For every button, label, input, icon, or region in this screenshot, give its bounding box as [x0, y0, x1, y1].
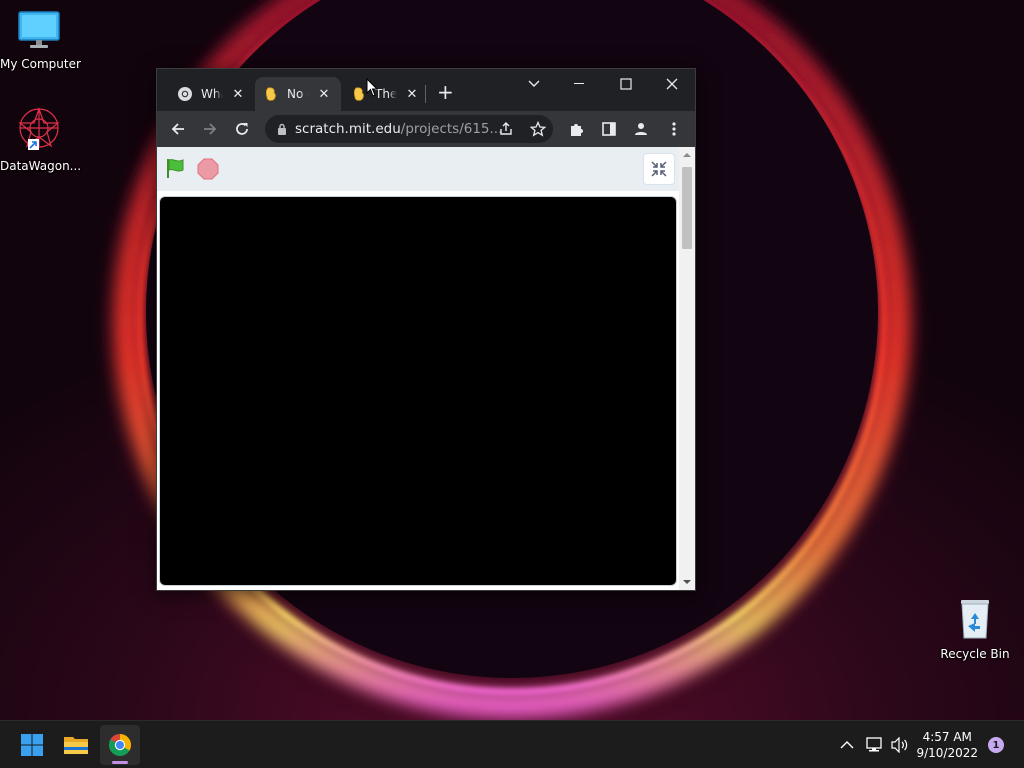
- forward-button[interactable]: [198, 117, 222, 141]
- close-tab-icon[interactable]: ✕: [317, 87, 331, 102]
- desktop-icon-my-computer[interactable]: My Computer: [0, 10, 81, 71]
- recycle-bin-icon: [961, 600, 989, 639]
- new-tab-button[interactable]: +: [437, 81, 454, 103]
- share-button[interactable]: [494, 117, 518, 141]
- clock-time: 4:57 AM: [922, 730, 972, 744]
- tab-search-button[interactable]: [511, 69, 557, 99]
- chrome-taskbar-button[interactable]: [100, 725, 140, 765]
- monitor-icon: [18, 11, 60, 48]
- side-panel-icon: [602, 122, 616, 136]
- url-path: /projects/615...: [400, 121, 503, 137]
- stop-button[interactable]: [197, 158, 219, 180]
- desktop-icon-label: DataWagon...: [0, 159, 82, 173]
- side-panel-button[interactable]: [597, 117, 621, 141]
- desktop-icon-label: My Computer: [0, 57, 81, 71]
- minimize-icon: [574, 83, 584, 84]
- close-window-button[interactable]: [649, 69, 695, 99]
- bookmark-button[interactable]: [526, 117, 550, 141]
- tab-title: No c: [287, 87, 309, 101]
- puzzle-piece-icon: [571, 124, 583, 136]
- tab-title: What: [201, 87, 223, 101]
- green-flag-button[interactable]: [165, 157, 187, 179]
- volume-icon[interactable]: [891, 737, 909, 753]
- close-tab-icon[interactable]: ✕: [231, 87, 245, 102]
- file-explorer-button[interactable]: [56, 725, 96, 765]
- clock-date: 9/10/2022: [916, 746, 978, 760]
- lock-icon: [278, 123, 286, 135]
- chrome-icon: [178, 87, 192, 101]
- network-icon[interactable]: [866, 737, 884, 753]
- tab-no-c[interactable]: No c ✕: [255, 77, 341, 111]
- share-icon: [500, 122, 512, 135]
- scroll-up-icon[interactable]: [679, 149, 695, 161]
- scratch-icon: [353, 87, 364, 101]
- exit-fullscreen-icon: [651, 161, 667, 177]
- tab-what[interactable]: What ✕: [169, 77, 255, 111]
- clock[interactable]: 4:57 AM 9/10/2022: [916, 729, 978, 761]
- scrollbar-thumb[interactable]: [682, 167, 692, 249]
- active-app-indicator: [112, 761, 128, 764]
- scratch-stage[interactable]: [159, 196, 677, 586]
- arrow-left-icon: [171, 123, 184, 135]
- datawagon-icon: [18, 107, 60, 150]
- desktop-icon-label: Recycle Bin: [940, 647, 1010, 661]
- extensions-button[interactable]: [565, 117, 589, 141]
- tab-separator: [425, 85, 426, 103]
- desktop-icon-datawagon[interactable]: DataWagon...: [0, 104, 82, 173]
- chevron-up-icon[interactable]: [840, 740, 854, 750]
- star-icon: [530, 121, 546, 137]
- url-domain: scratch.mit.edu: [295, 121, 401, 137]
- back-button[interactable]: [166, 117, 190, 141]
- maximize-icon: [620, 78, 632, 90]
- chrome-icon: [109, 734, 131, 756]
- chevron-down-icon: [528, 80, 540, 87]
- stop-icon: [197, 158, 219, 180]
- desktop-icon-recycle-bin[interactable]: Recycle Bin: [936, 596, 1014, 661]
- maximize-button[interactable]: [603, 69, 649, 99]
- kebab-menu-icon: [672, 122, 676, 136]
- green-flag-icon: [167, 159, 184, 178]
- tab-the[interactable]: The ✕: [343, 77, 429, 111]
- vertical-scrollbar[interactable]: [679, 147, 695, 590]
- arrow-right-icon: [204, 123, 217, 135]
- start-icon: [21, 734, 43, 756]
- scratch-icon: [265, 87, 276, 101]
- file-explorer-icon: [64, 737, 88, 754]
- start-button[interactable]: [12, 725, 52, 765]
- reload-button[interactable]: [230, 117, 254, 141]
- profile-icon: [635, 123, 647, 135]
- page-content: [157, 147, 695, 590]
- browser-toolbar: scratch.mit.edu/projects/615...: [157, 111, 695, 147]
- scratch-controls-bar: [157, 147, 679, 191]
- chrome-window[interactable]: What ✕ No c ✕ The ✕ +: [156, 68, 696, 591]
- exit-fullscreen-button[interactable]: [643, 153, 675, 185]
- tab-strip: What ✕ No c ✕ The ✕ +: [157, 69, 695, 111]
- close-icon: [666, 78, 678, 90]
- minimize-button[interactable]: [557, 69, 603, 99]
- notification-badge[interactable]: 1: [988, 737, 1004, 753]
- taskbar: 4:57 AM 9/10/2022 1: [0, 720, 1024, 768]
- menu-button[interactable]: [662, 117, 686, 141]
- profile-button[interactable]: [629, 117, 653, 141]
- reload-icon: [236, 123, 248, 135]
- close-tab-icon[interactable]: ✕: [405, 87, 419, 102]
- mouse-cursor-icon: [366, 78, 379, 97]
- scroll-down-icon[interactable]: [679, 576, 695, 588]
